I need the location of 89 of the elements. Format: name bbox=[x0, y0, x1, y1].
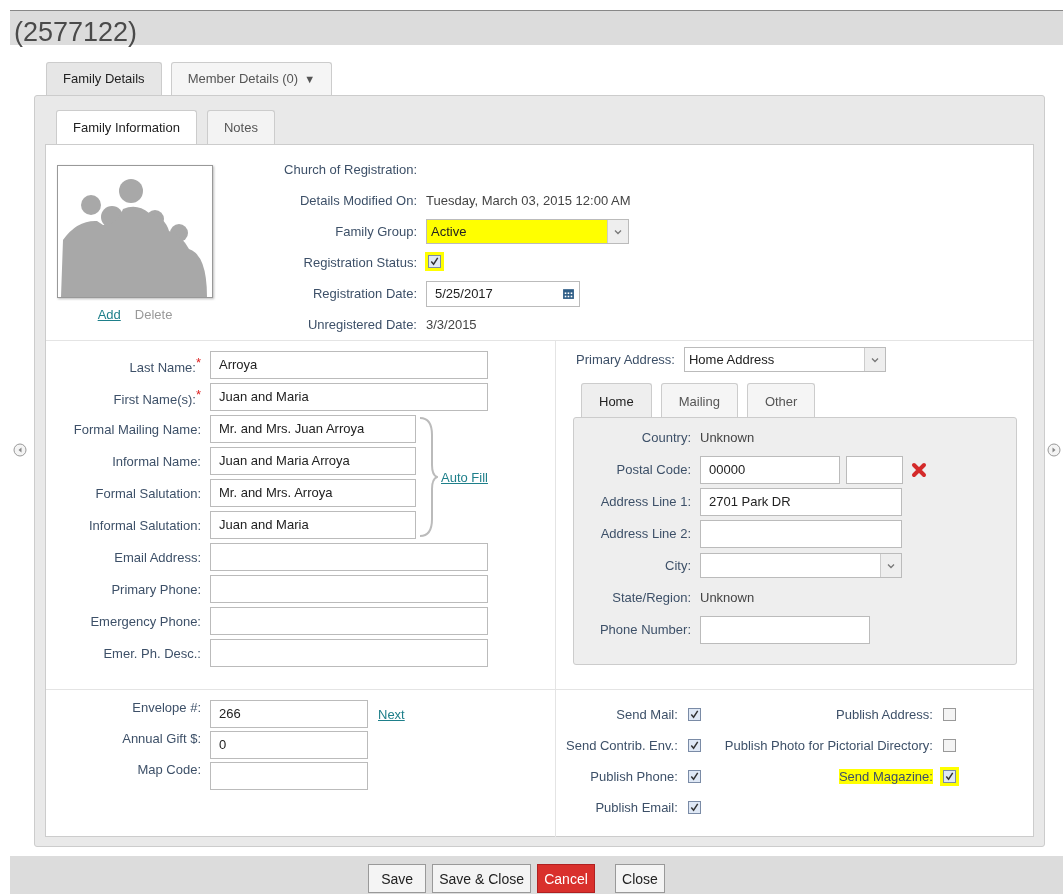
dropdown[interactable] bbox=[700, 553, 902, 578]
page-title: (2577122) bbox=[14, 19, 138, 46]
checkbox[interactable] bbox=[942, 708, 956, 721]
field-label: Registration Date: bbox=[311, 286, 417, 301]
field-label: Annual Gift $: bbox=[121, 731, 201, 746]
option-label: Send Mail: bbox=[616, 707, 678, 722]
field-label: Formal Salutation: bbox=[94, 485, 201, 501]
calendar-icon[interactable] bbox=[562, 287, 575, 300]
brace-icon bbox=[418, 415, 438, 539]
tab[interactable]: Other bbox=[746, 383, 816, 417]
field-value: Unknown bbox=[700, 430, 755, 445]
family-silhouette-icon bbox=[57, 165, 213, 298]
dropdown[interactable]: Active bbox=[426, 219, 629, 244]
option-label: Publish Photo for Pictorial Directory: bbox=[724, 738, 933, 753]
tab[interactable]: Home bbox=[581, 383, 652, 417]
field-label: Emer. Ph. Desc.: bbox=[102, 645, 201, 661]
footer-button[interactable]: Save bbox=[368, 864, 427, 893]
checkbox[interactable] bbox=[687, 801, 701, 814]
input-field[interactable]: Juan and Maria bbox=[210, 383, 488, 411]
input-field[interactable] bbox=[210, 639, 488, 667]
input-field[interactable]: 266 bbox=[210, 700, 368, 728]
field-label: Informal Name: bbox=[111, 453, 201, 469]
next-link[interactable]: Next bbox=[378, 706, 405, 722]
footer-button[interactable]: Close bbox=[615, 864, 665, 893]
clear-icon[interactable] bbox=[911, 461, 927, 478]
input-field[interactable]: 0 bbox=[210, 731, 368, 759]
field-label: Map Code: bbox=[136, 762, 201, 777]
field-value: Tuesday, March 03, 2015 12:00 AM bbox=[426, 193, 631, 208]
field-value: Unknown bbox=[700, 590, 755, 605]
field-label: Formal Mailing Name: bbox=[72, 421, 201, 437]
input-field[interactable]: Juan and Maria bbox=[210, 511, 416, 539]
field-label: Address Line 2: bbox=[599, 526, 691, 541]
field-label: Unregistered Date: bbox=[306, 317, 417, 332]
dropdown[interactable]: Home Address bbox=[684, 347, 886, 372]
field-label: Address Line 1: bbox=[599, 494, 691, 509]
auto-fill-link[interactable]: Auto Fill bbox=[441, 469, 488, 485]
input-field[interactable] bbox=[210, 762, 368, 790]
field-label: Details Modified On: bbox=[298, 193, 417, 208]
field-label: Family Group: bbox=[334, 224, 417, 239]
field-label: City: bbox=[664, 558, 691, 573]
photo-link[interactable]: Add bbox=[97, 307, 121, 322]
checkbox[interactable] bbox=[942, 770, 956, 783]
required-mark: * bbox=[195, 354, 201, 370]
input-field[interactable] bbox=[700, 615, 870, 644]
field-label: Envelope #: bbox=[131, 700, 201, 715]
checkbox[interactable] bbox=[687, 739, 701, 752]
option-label: Publish Address: bbox=[836, 707, 933, 722]
required-mark: * bbox=[195, 386, 201, 402]
checkbox[interactable] bbox=[428, 255, 441, 268]
input-field[interactable] bbox=[210, 575, 488, 603]
input-field[interactable]: Arroya bbox=[210, 351, 488, 379]
field-label: Email Address: bbox=[113, 549, 201, 565]
date-field[interactable]: 5/25/2017 bbox=[426, 280, 580, 307]
tab[interactable]: Family Information bbox=[56, 110, 197, 144]
input-field[interactable]: Juan and Maria Arroya bbox=[210, 447, 416, 475]
option-label: Publish Email: bbox=[595, 800, 678, 815]
checkbox[interactable] bbox=[687, 770, 701, 783]
field-label: Primary Address: bbox=[576, 352, 675, 367]
input-field[interactable]: Mr. and Mrs. Juan Arroya bbox=[210, 415, 416, 443]
input-field[interactable]: 00000 bbox=[700, 455, 840, 484]
field-label: State/Region: bbox=[611, 590, 691, 605]
input-field[interactable] bbox=[210, 607, 488, 635]
tab[interactable]: Member Details (0) ▼ bbox=[170, 62, 333, 95]
input-field[interactable] bbox=[210, 543, 488, 571]
field-label: Postal Code: bbox=[615, 462, 691, 477]
field-label: Informal Salutation: bbox=[88, 517, 201, 533]
footer-button[interactable]: Cancel bbox=[537, 864, 595, 893]
tab[interactable]: Mailing bbox=[660, 383, 738, 417]
option-label: Send Contrib. Env.: bbox=[566, 738, 678, 753]
checkbox[interactable] bbox=[687, 708, 701, 721]
field-label: Primary Phone: bbox=[110, 581, 201, 597]
option-label: Send Magazine: bbox=[838, 769, 933, 784]
input-field[interactable]: 2701 Park DR bbox=[700, 487, 902, 516]
scroll-right-icon[interactable] bbox=[1047, 443, 1061, 457]
scroll-left-icon[interactable] bbox=[13, 443, 27, 457]
option-label: Publish Phone: bbox=[590, 769, 678, 784]
field-label: Emergency Phone: bbox=[89, 613, 201, 629]
input-field[interactable] bbox=[846, 455, 903, 484]
tab[interactable]: Family Details bbox=[46, 62, 162, 95]
field-label: Church of Registration: bbox=[283, 162, 417, 177]
field-label: Registration Status: bbox=[302, 255, 417, 270]
checkbox[interactable] bbox=[942, 739, 956, 752]
input-field[interactable]: Mr. and Mrs. Arroya bbox=[210, 479, 416, 507]
field-value: 3/3/2015 bbox=[426, 317, 477, 332]
field-label: Phone Number: bbox=[598, 622, 691, 637]
footer-button[interactable]: Save & Close bbox=[432, 864, 531, 893]
field-label: Country: bbox=[640, 430, 691, 445]
tab[interactable]: Notes bbox=[206, 110, 275, 144]
input-field[interactable] bbox=[700, 519, 902, 548]
